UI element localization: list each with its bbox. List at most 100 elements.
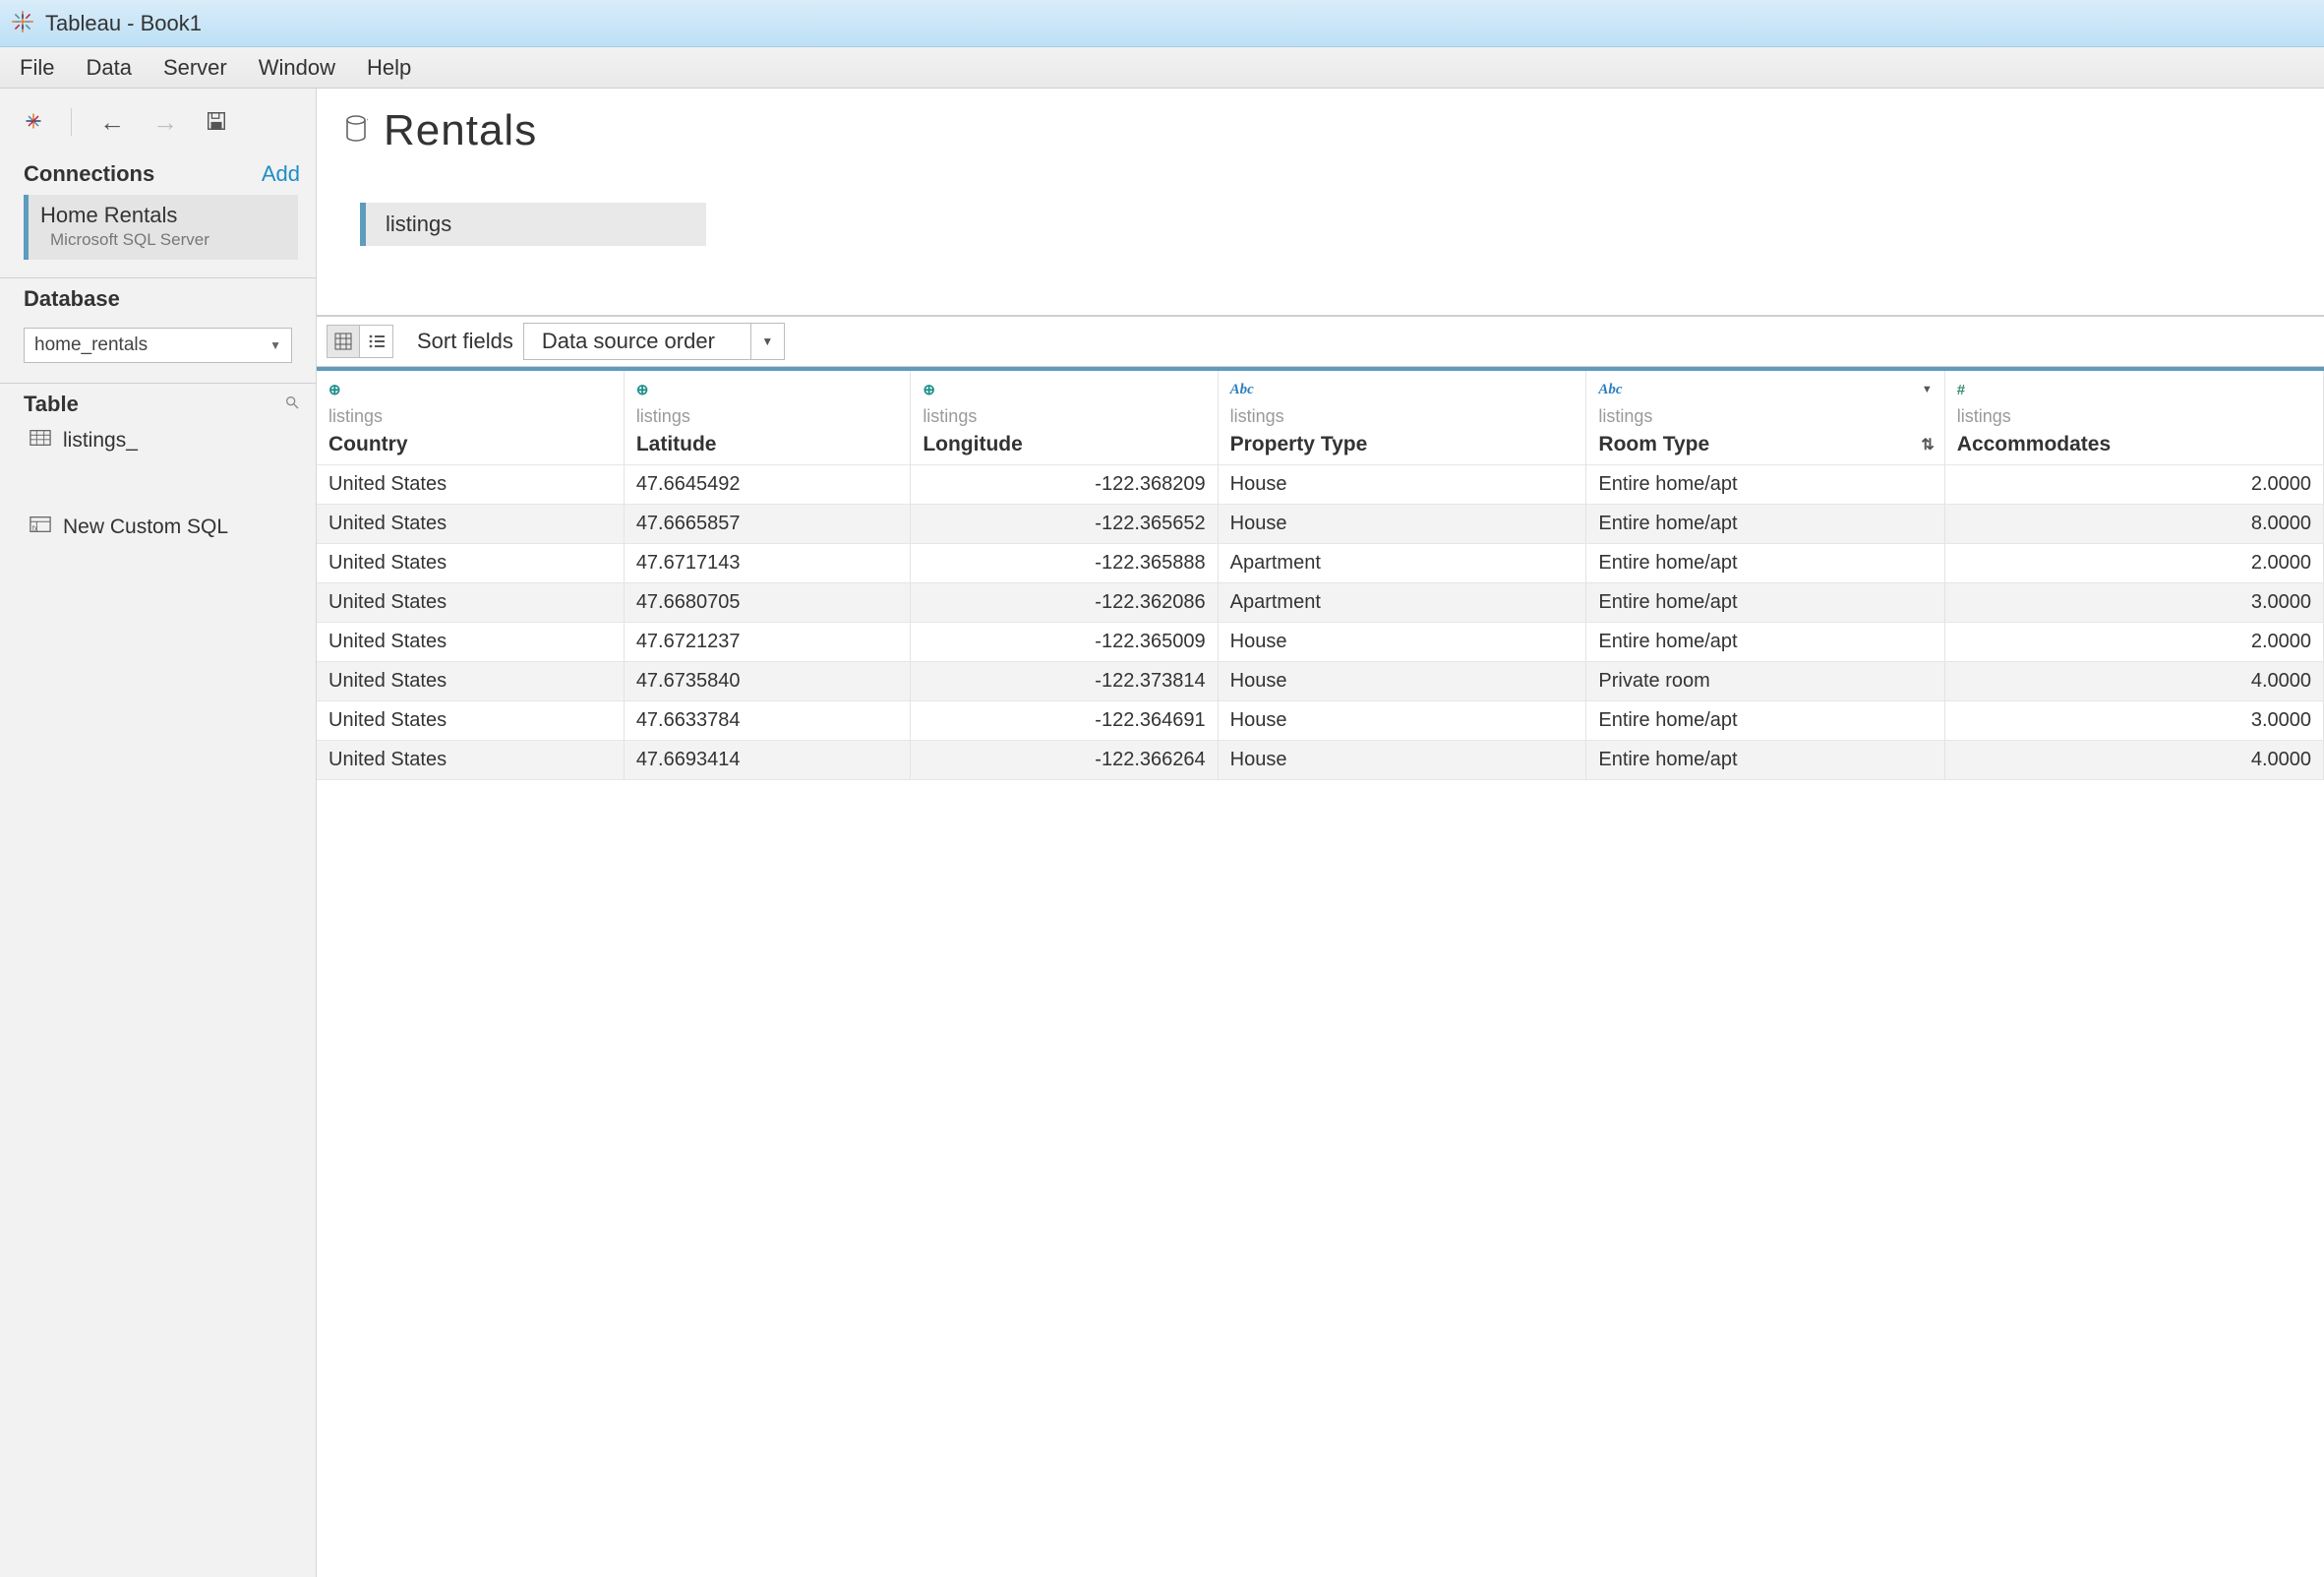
column-header[interactable]: Abc ▼ listings Room Type ⇅ [1586,369,1944,465]
table-cell: United States [317,583,624,623]
table-cell: House [1218,741,1586,780]
column-source: listings [636,398,899,427]
table-cell: United States [317,741,624,780]
chevron-down-icon[interactable]: ▼ [1922,384,1933,395]
database-select[interactable]: home_rentals ▼ [24,328,292,363]
custom-sql-label: New Custom SQL [63,516,228,539]
view-grid-button[interactable] [327,325,360,358]
table-row[interactable]: United States47.6717143-122.365888Apartm… [317,544,2324,583]
table-cell: Apartment [1218,544,1586,583]
table-row[interactable]: United States47.6721237-122.365009HouseE… [317,623,2324,662]
svg-text:▾: ▾ [367,116,368,127]
table-cell: House [1218,662,1586,701]
table-row[interactable]: United States47.6693414-122.366264HouseE… [317,741,2324,780]
window-titlebar: Tableau - Book1 [0,0,2324,47]
column-header[interactable]: ⊕listings Latitude [624,369,911,465]
column-header[interactable]: #listingsAccommodates [1944,369,2323,465]
table-cell: Apartment [1218,583,1586,623]
menu-server[interactable]: Server [163,55,227,81]
table-cell: Entire home/apt [1586,741,1944,780]
forward-button: → [152,109,178,135]
connection-name: Home Rentals [40,203,286,228]
table-cell: 47.6680705 [624,583,911,623]
table-listings[interactable]: listings_ [0,425,316,456]
table-cell: 2.0000 [1944,465,2323,505]
column-header[interactable]: ⊕listings Country [317,369,624,465]
table-cell: 4.0000 [1944,662,2323,701]
chevron-down-icon: ▼ [750,324,784,359]
connection-type: Microsoft SQL Server [40,228,286,250]
table-icon [30,429,51,453]
main-panel: ▾ Rentals listings Sort fields Data sour… [317,89,2324,1577]
menu-window[interactable]: Window [259,55,335,81]
table-cell: 3.0000 [1944,701,2323,741]
canvas-table-pill[interactable]: listings [360,203,706,246]
table-row[interactable]: United States47.6735840-122.373814HouseP… [317,662,2324,701]
table-cell: Entire home/apt [1586,623,1944,662]
table-cell: 47.6665857 [624,505,911,544]
table-cell: -122.365652 [911,505,1218,544]
window-title: Tableau - Book1 [45,11,202,36]
table-cell: House [1218,465,1586,505]
table-cell: House [1218,623,1586,662]
save-icon[interactable] [206,110,227,135]
column-name: Country [328,433,408,456]
table-cell: Entire home/apt [1586,465,1944,505]
table-cell: Private room [1586,662,1944,701]
svg-text:fx: fx [32,523,38,532]
grid-toolbar: Sort fields Data source order ▼ [317,316,2324,367]
table-cell: -122.373814 [911,662,1218,701]
tableau-logo-small-icon[interactable] [24,111,43,134]
sort-fields-label: Sort fields [417,329,513,354]
table-row[interactable]: United States47.6680705-122.362086Apartm… [317,583,2324,623]
column-source: listings [1598,398,1932,427]
table-cell: 47.6717143 [624,544,911,583]
column-header[interactable]: AbclistingsProperty Type [1218,369,1586,465]
table-row[interactable]: United States47.6645492-122.368209HouseE… [317,465,2324,505]
table-row[interactable]: United States47.6665857-122.365652HouseE… [317,505,2324,544]
table-row[interactable]: United States47.6633784-122.364691HouseE… [317,701,2324,741]
menu-help[interactable]: Help [367,55,411,81]
database-value: home_rentals [34,334,148,356]
sort-icon[interactable]: ⇅ [1921,435,1932,455]
hash-icon: # [1957,382,1965,398]
column-header[interactable]: ⊕listingsLongitude [911,369,1218,465]
connection-item[interactable]: Home Rentals Microsoft SQL Server [24,195,298,260]
table-cell: 4.0000 [1944,741,2323,780]
table-cell: 3.0000 [1944,583,2323,623]
search-icon[interactable] [284,394,300,415]
datasource-icon[interactable]: ▾ [344,115,368,148]
column-name: Room Type [1598,433,1709,456]
table-cell: United States [317,662,624,701]
sort-fields-value: Data source order [524,329,750,354]
new-custom-sql[interactable]: fx New Custom SQL [0,512,316,543]
tableau-logo-icon [10,9,35,37]
table-cell: Entire home/apt [1586,583,1944,623]
table-cell: United States [317,505,624,544]
column-name: Latitude [636,433,717,456]
back-button[interactable]: ← [99,109,125,135]
table-cell: 2.0000 [1944,544,2323,583]
globe-icon: ⊕ [636,381,649,398]
abc-icon: Abc [1598,382,1622,398]
table-cell: United States [317,544,624,583]
add-connection-link[interactable]: Add [262,161,300,187]
chevron-down-icon: ▼ [269,338,281,352]
datasource-title[interactable]: Rentals [384,106,537,155]
view-list-button[interactable] [360,325,393,358]
toolbar-separator [71,108,72,136]
sort-fields-select[interactable]: Data source order ▼ [523,323,785,360]
column-source: listings [328,398,612,427]
table-cell: -122.368209 [911,465,1218,505]
column-source: listings [1230,398,1575,427]
table-cell: United States [317,465,624,505]
column-name: Property Type [1230,433,1368,456]
table-cell: House [1218,701,1586,741]
menu-file[interactable]: File [20,55,54,81]
globe-icon: ⊕ [328,381,341,398]
table-heading: Table [24,392,79,417]
menu-data[interactable]: Data [86,55,131,81]
table-cell: Entire home/apt [1586,544,1944,583]
globe-icon: ⊕ [923,381,935,398]
column-source: listings [1957,398,2311,427]
